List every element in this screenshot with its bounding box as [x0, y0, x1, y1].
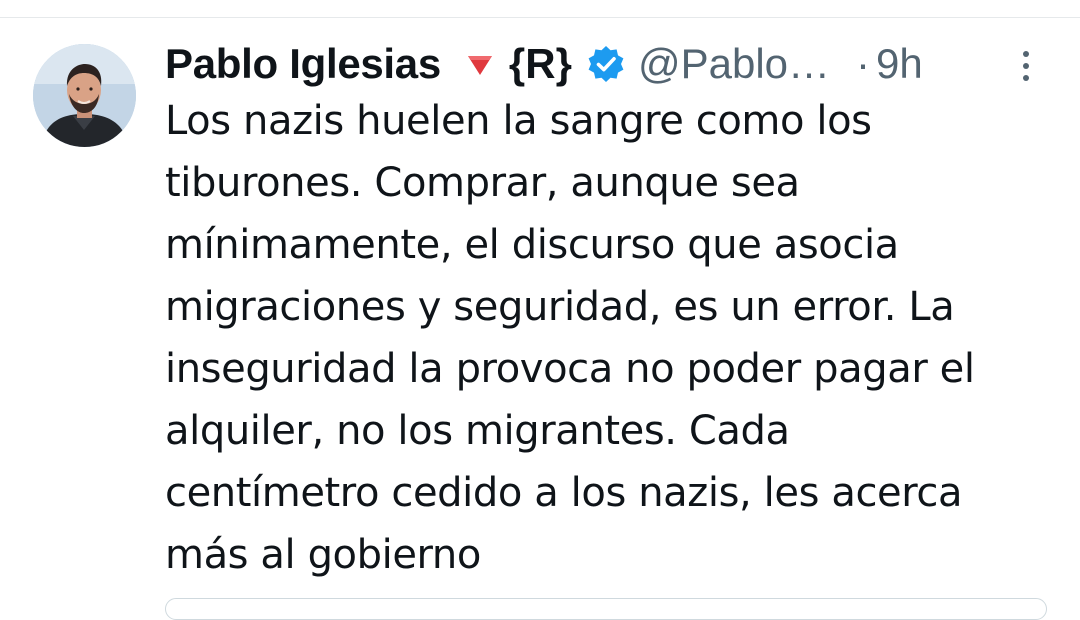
author-display-name[interactable]: Pablo Iglesias — [165, 40, 441, 88]
verified-badge-icon[interactable] — [586, 44, 626, 84]
more-vertical-icon[interactable] — [1016, 46, 1036, 86]
tweet-text: Los nazis huelen la sangre como los tibu… — [165, 98, 975, 578]
avatar[interactable] — [33, 44, 136, 147]
tweet-timestamp[interactable]: 9h — [876, 40, 923, 88]
avatar-image — [33, 44, 136, 147]
media-card-edge[interactable] — [165, 598, 1047, 620]
author-handle[interactable]: @Pablo… — [638, 40, 830, 88]
red-triangle-icon — [465, 49, 495, 79]
tweet-header: Pablo Iglesias {R} @Pablo… · 9h — [165, 36, 1045, 92]
author-affiliation: {R} — [508, 40, 572, 87]
header-separator: · — [856, 40, 871, 87]
top-divider — [0, 17, 1080, 18]
